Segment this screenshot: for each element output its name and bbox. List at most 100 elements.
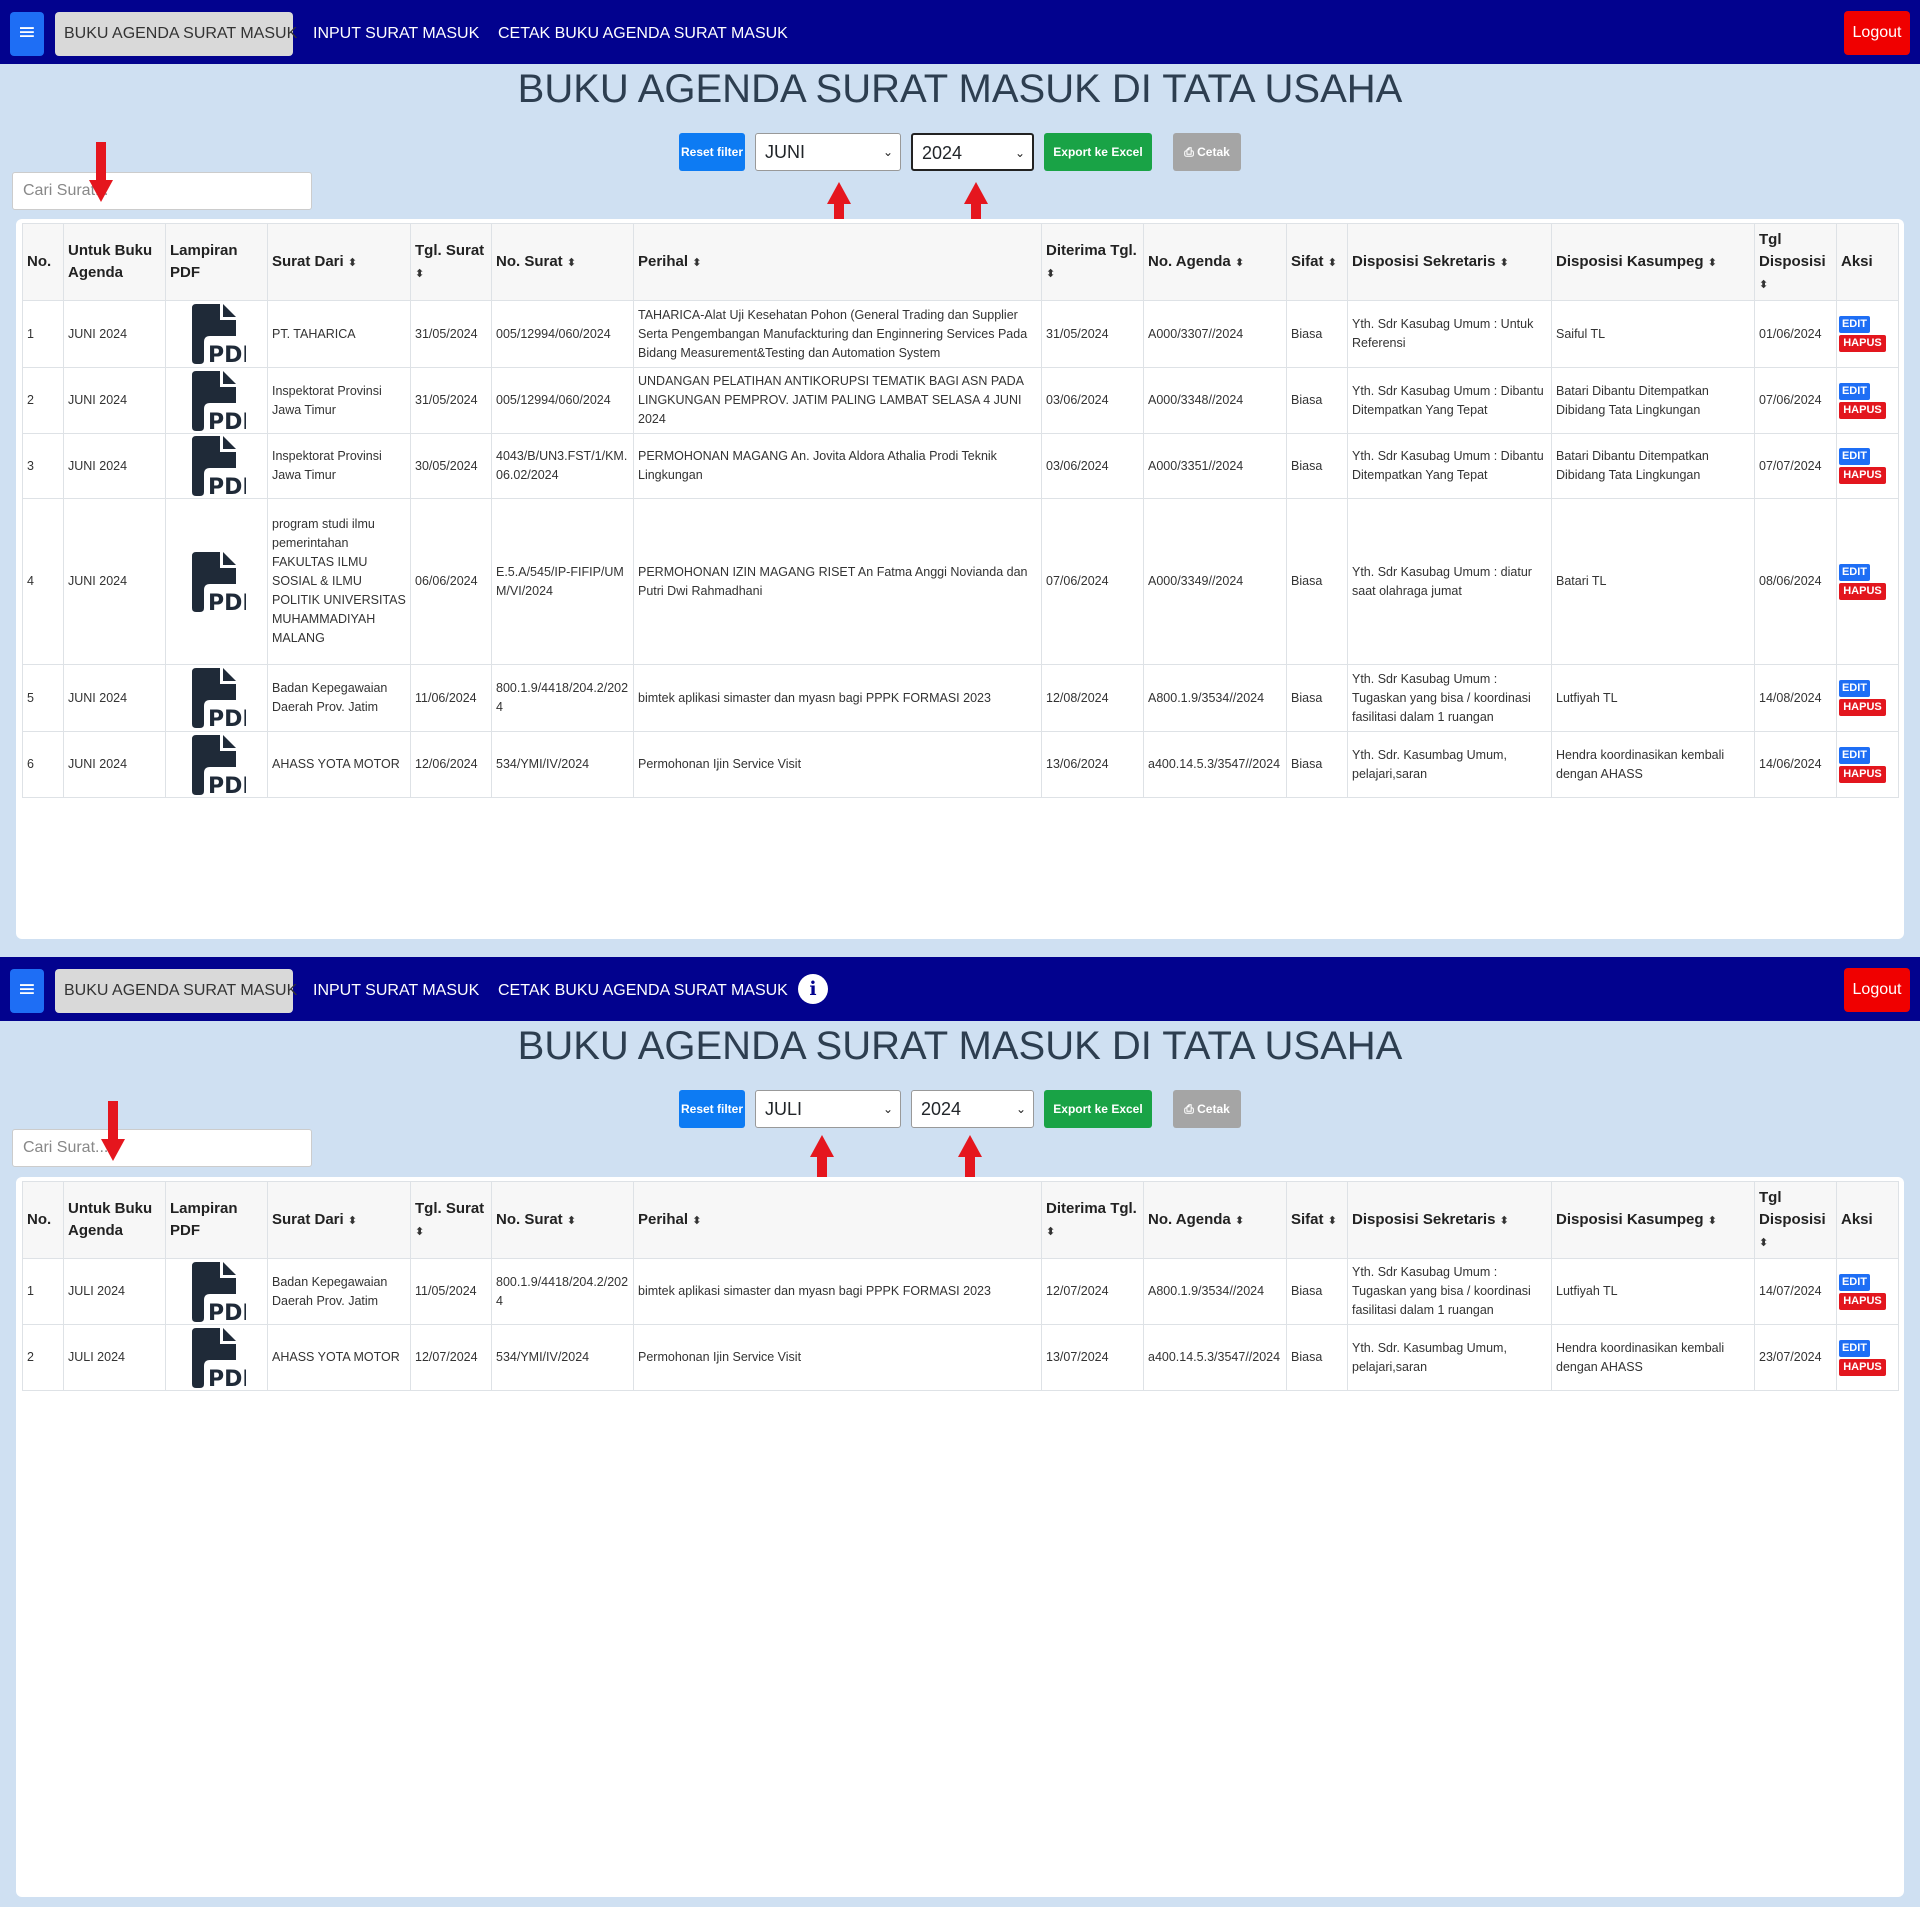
col-header-disposisi-sekretaris[interactable]: Disposisi Sekretaris ⬍ (1347, 223, 1552, 301)
col-header-sifat[interactable]: Sifat ⬍ (1286, 223, 1348, 301)
col-header-lampiran-pdf[interactable]: Lampiran PDF (165, 223, 268, 301)
sort-icon[interactable]: ⬍ (1235, 256, 1244, 269)
edit-button[interactable]: EDIT (1839, 1273, 1870, 1291)
pdf-file-icon[interactable]: PDF (188, 436, 246, 496)
sort-icon[interactable]: ⬍ (1759, 1236, 1768, 1249)
col-header-perihal[interactable]: Perihal ⬍ (633, 223, 1042, 301)
pdf-file-icon[interactable]: PDF (188, 304, 246, 364)
hapus-button[interactable]: HAPUS (1839, 335, 1886, 352)
cell-tgl-surat: 30/05/2024 (410, 433, 492, 499)
edit-button[interactable]: EDIT (1839, 448, 1870, 465)
sort-icon[interactable]: ⬍ (1328, 256, 1337, 269)
hapus-button[interactable]: HAPUS (1839, 1358, 1886, 1376)
nav-input-surat-masuk[interactable]: INPUT SURAT MASUK (313, 969, 479, 1013)
edit-button[interactable]: EDIT (1839, 316, 1870, 333)
edit-button[interactable]: EDIT (1839, 563, 1870, 581)
sort-icon[interactable]: ⬍ (1500, 256, 1509, 269)
month-select[interactable]: JULI ⌄ (755, 1090, 901, 1128)
pdf-file-icon[interactable]: PDF (188, 1327, 246, 1388)
sort-icon[interactable]: ⬍ (567, 1214, 576, 1227)
col-header-diterima-tgl[interactable]: Diterima Tgl. ⬍ (1041, 223, 1144, 301)
col-header-surat-dari[interactable]: Surat Dari ⬍ (267, 223, 411, 301)
sort-icon[interactable]: ⬍ (567, 256, 576, 269)
sort-icon[interactable]: ⬍ (1708, 1214, 1717, 1227)
cell-no-agenda: A000/3348//2024 (1143, 367, 1287, 434)
col-header-disposisi-kasumpeg[interactable]: Disposisi Kasumpeg ⬍ (1551, 223, 1755, 301)
edit-button[interactable]: EDIT (1839, 382, 1870, 400)
hamburger-icon[interactable]: ≡ (10, 969, 44, 1013)
sort-icon[interactable]: ⬍ (348, 256, 357, 269)
hapus-button[interactable]: HAPUS (1839, 582, 1886, 600)
month-select[interactable]: JUNI ⌄ (755, 133, 901, 171)
col-header-disposisi-sekretaris[interactable]: Disposisi Sekretaris ⬍ (1347, 1181, 1552, 1259)
reset-filter-button[interactable]: Reset filter (679, 1090, 745, 1128)
nav-input-surat-masuk[interactable]: INPUT SURAT MASUK (313, 12, 479, 56)
edit-button[interactable]: EDIT (1839, 746, 1870, 764)
hamburger-icon[interactable]: ≡ (10, 12, 44, 56)
col-header-no[interactable]: No. (22, 1181, 64, 1259)
pdf-file-icon[interactable]: PDF (188, 1261, 246, 1322)
col-header-tgl-surat[interactable]: Tgl. Surat ⬍ (410, 1181, 492, 1259)
year-select[interactable]: 2024 ⌄ (911, 133, 1034, 171)
export-excel-button[interactable]: Export ke Excel (1044, 133, 1152, 171)
search-input[interactable]: Cari Surat... (12, 1129, 312, 1167)
hapus-button[interactable]: HAPUS (1839, 765, 1886, 783)
col-header-no-surat[interactable]: No. Surat ⬍ (491, 1181, 634, 1259)
col-header-no-agenda[interactable]: No. Agenda ⬍ (1143, 1181, 1287, 1259)
col-header-untuk-buku-agenda[interactable]: Untuk Buku Agenda (63, 1181, 166, 1259)
col-header-perihal[interactable]: Perihal ⬍ (633, 1181, 1042, 1259)
sort-icon[interactable]: ⬍ (1500, 1214, 1509, 1227)
sort-icon[interactable]: ⬍ (692, 256, 701, 269)
sort-icon[interactable]: ⬍ (1046, 1225, 1055, 1238)
nav-buku-agenda[interactable]: BUKU AGENDA SURAT MASUK (55, 12, 297, 56)
col-header-no[interactable]: No. (22, 223, 64, 301)
table-row: 3JUNI 2024 PDF Inspektorat Provinsi Jawa T… (22, 433, 1899, 499)
sort-icon[interactable]: ⬍ (692, 1214, 701, 1227)
sort-icon[interactable]: ⬍ (348, 1214, 357, 1227)
logout-button[interactable]: Logout (1844, 11, 1910, 55)
reset-filter-button[interactable]: Reset filter (679, 133, 745, 171)
sort-icon[interactable]: ⬍ (1235, 1214, 1244, 1227)
col-header-surat-dari[interactable]: Surat Dari ⬍ (267, 1181, 411, 1259)
col-header-untuk-buku-agenda[interactable]: Untuk Buku Agenda (63, 223, 166, 301)
print-button[interactable]: ⎙ Cetak (1173, 133, 1241, 171)
search-input[interactable]: Cari Surat... (12, 172, 312, 210)
info-icon[interactable]: i (798, 974, 828, 1004)
cell-tgl-disposisi: 08/06/2024 (1754, 498, 1837, 665)
sort-icon[interactable]: ⬍ (1046, 267, 1055, 280)
sort-icon[interactable]: ⬍ (1708, 256, 1717, 269)
pdf-file-icon[interactable]: PDF (188, 370, 246, 431)
export-excel-button[interactable]: Export ke Excel (1044, 1090, 1152, 1128)
pdf-file-icon[interactable]: PDF (188, 734, 246, 795)
sort-icon[interactable]: ⬍ (1759, 278, 1768, 291)
nav-buku-agenda[interactable]: BUKU AGENDA SURAT MASUK (55, 969, 297, 1013)
col-header-lampiran-pdf[interactable]: Lampiran PDF (165, 1181, 268, 1259)
hapus-button[interactable]: HAPUS (1839, 467, 1886, 484)
edit-button[interactable]: EDIT (1839, 680, 1870, 697)
sort-icon[interactable]: ⬍ (415, 1225, 424, 1238)
hapus-button[interactable]: HAPUS (1839, 401, 1886, 419)
print-button[interactable]: ⎙ Cetak (1173, 1090, 1241, 1128)
col-header-diterima-tgl[interactable]: Diterima Tgl. ⬍ (1041, 1181, 1144, 1259)
sort-icon[interactable]: ⬍ (415, 267, 424, 280)
pdf-file-icon[interactable]: PDF (188, 551, 246, 612)
col-header-tgl-disposisi[interactable]: Tgl Disposisi ⬍ (1754, 1181, 1837, 1259)
col-header-no-surat[interactable]: No. Surat ⬍ (491, 223, 634, 301)
cell-disposisi-sekretaris: Yth. Sdr. Kasumbag Umum, pelajari,saran (1347, 1324, 1552, 1391)
col-header-tgl-surat[interactable]: Tgl. Surat ⬍ (410, 223, 492, 301)
edit-button[interactable]: EDIT (1839, 1339, 1870, 1357)
col-header-no-agenda[interactable]: No. Agenda ⬍ (1143, 223, 1287, 301)
col-header-tgl-disposisi[interactable]: Tgl Disposisi ⬍ (1754, 223, 1837, 301)
nav-cetak-buku-agenda[interactable]: CETAK BUKU AGENDA SURAT MASUK (498, 12, 788, 56)
col-header-sifat[interactable]: Sifat ⬍ (1286, 1181, 1348, 1259)
sort-icon[interactable]: ⬍ (1328, 1214, 1337, 1227)
nav-cetak-buku-agenda[interactable]: CETAK BUKU AGENDA SURAT MASUK (498, 969, 788, 1013)
hapus-button[interactable]: HAPUS (1839, 699, 1886, 716)
col-header-disposisi-kasumpeg[interactable]: Disposisi Kasumpeg ⬍ (1551, 1181, 1755, 1259)
year-select[interactable]: 2024 ⌄ (911, 1090, 1034, 1128)
logout-button[interactable]: Logout (1844, 968, 1910, 1012)
hapus-button[interactable]: HAPUS (1839, 1292, 1886, 1310)
cell-no: 4 (22, 498, 64, 665)
pdf-file-icon[interactable]: PDF (188, 668, 246, 728)
cell-aksi: EDIT HAPUS (1836, 664, 1899, 732)
